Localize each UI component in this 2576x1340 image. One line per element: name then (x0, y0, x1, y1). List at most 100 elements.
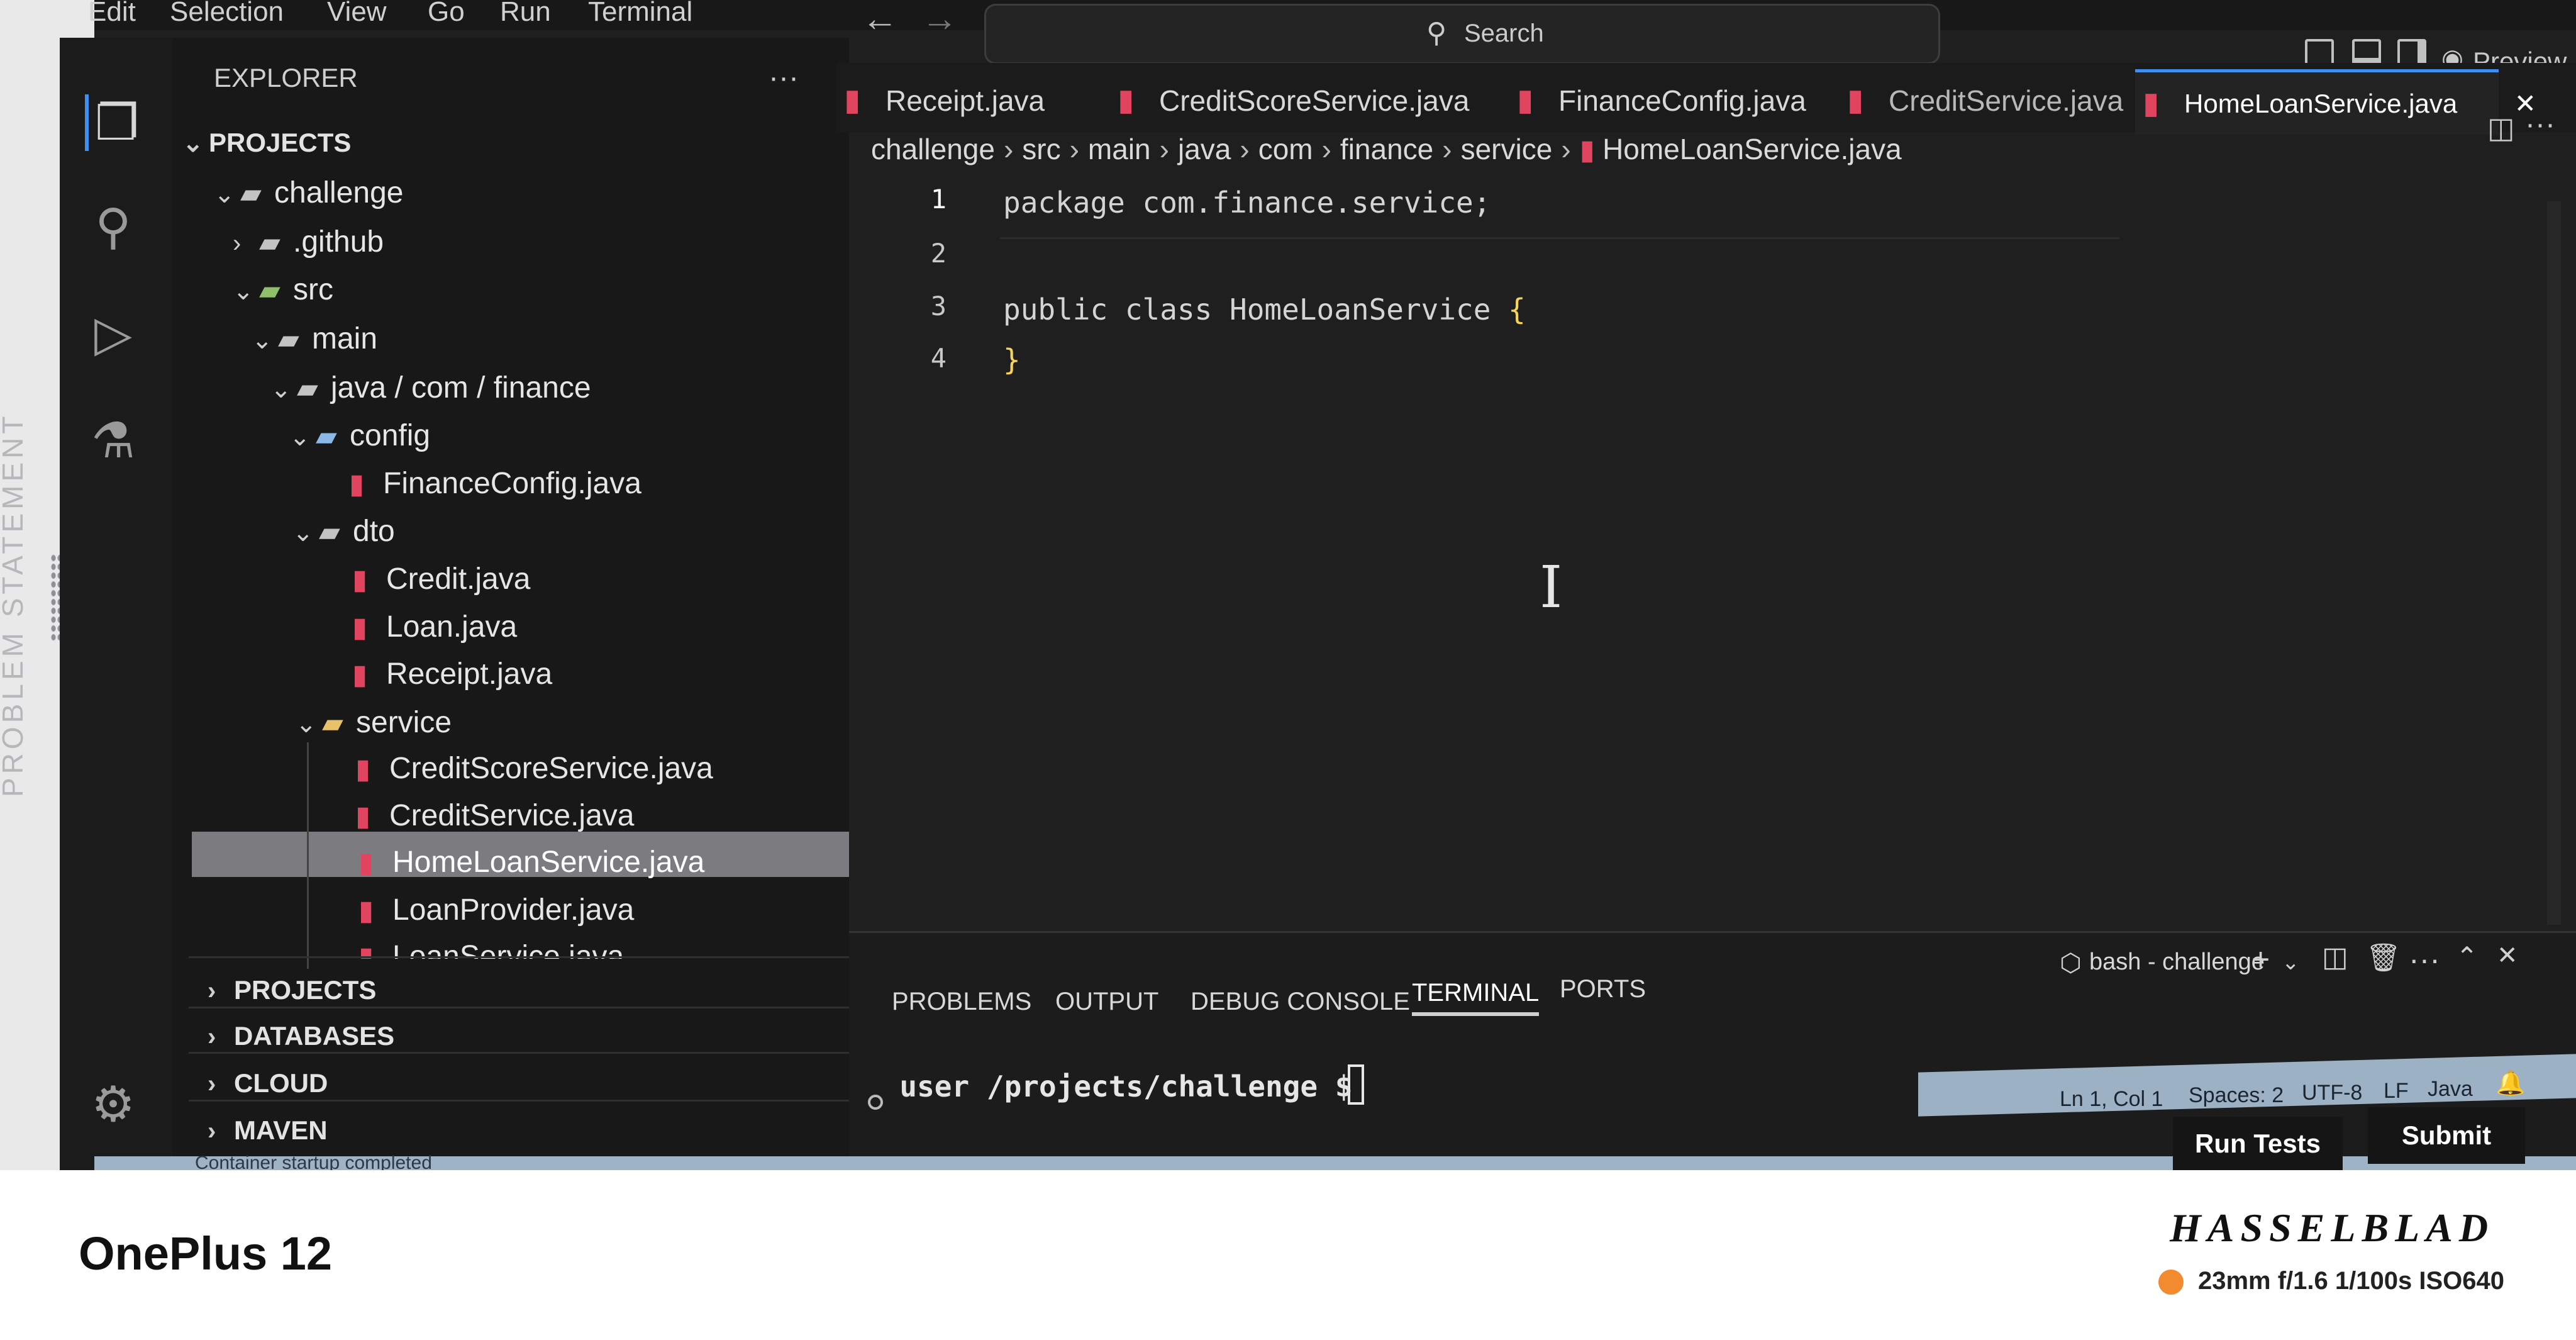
tree-file-creditscoreservice[interactable]: ▮ CreditScoreService.java (355, 745, 713, 792)
panel-tab-debug-console[interactable]: DEBUG CONSOLE (1191, 988, 1410, 1016)
search-icon[interactable]: ⚲ (85, 198, 142, 255)
panel-tab-ports[interactable]: PORTS (1560, 975, 1646, 1003)
java-file-icon: ▮ (349, 469, 365, 500)
terminal-prompt[interactable]: user /projects/challenge $ (865, 1069, 1352, 1103)
tab-creditscoreservice[interactable]: ▮ CreditScoreService.java (1110, 69, 1511, 132)
tree-folder-github[interactable]: › ▰ .github (233, 219, 384, 265)
code-line[interactable]: package com.finance.service; (1003, 186, 1491, 220)
tree-folder-main[interactable]: ⌄ ▰ main (252, 316, 377, 362)
breadcrumb-item[interactable]: com (1258, 133, 1313, 165)
tab-receipt[interactable]: ▮ Receipt.java (836, 69, 1137, 132)
status-eol[interactable]: LF (2384, 1079, 2409, 1103)
menu-view[interactable]: View (327, 0, 387, 28)
chevron-up-icon[interactable]: ⌃ (2456, 941, 2478, 972)
status-indentation[interactable]: Spaces: 2 (2189, 1083, 2284, 1108)
panel-tab-terminal[interactable]: TERMINAL (1412, 979, 1540, 1016)
section-projects-root[interactable]: ⌄ PROJECTS (182, 120, 351, 166)
status-cursor-position[interactable]: Ln 1, Col 1 (2060, 1087, 2163, 1112)
code-line[interactable]: } (1003, 343, 1021, 377)
tab-creditservice[interactable]: ▮ CreditService.java (1840, 69, 2159, 132)
tree-folder-challenge[interactable]: ⌄ ▰ challenge (214, 170, 404, 216)
toggle-sidebar-icon[interactable] (2305, 39, 2334, 65)
folder-icon: ▰ (319, 516, 340, 547)
tree-file-creditservice[interactable]: ▮ CreditService.java (355, 793, 634, 839)
forward-arrow-icon[interactable]: → (921, 0, 958, 40)
tree-label: FinanceConfig.java (383, 467, 641, 500)
tree-label: LoanProvider.java (392, 893, 635, 927)
tab-homeloanservice[interactable]: ▮ HomeLoanService.java ✕ (2135, 69, 2536, 135)
menu-edit[interactable]: Edit (88, 0, 136, 28)
tree-file-credit[interactable]: ▮ Credit.java (352, 556, 530, 603)
tree-file-receipt[interactable]: ▮ Receipt.java (352, 651, 552, 698)
tree-label: config (350, 419, 431, 452)
toggle-panel-icon[interactable] (2352, 39, 2381, 65)
gear-icon[interactable]: ⚙ (85, 1076, 142, 1132)
section-maven[interactable]: › MAVEN (208, 1107, 328, 1154)
close-brace: } (1003, 343, 1021, 377)
text-cursor-ibeam-icon: I (1540, 554, 1563, 621)
toggle-secondary-sidebar-icon[interactable] (2397, 39, 2426, 65)
tree-file-loan[interactable]: ▮ Loan.java (352, 604, 517, 650)
tree-file-homeloanservice[interactable]: ▮ HomeLoanService.java (358, 839, 704, 886)
tree-label: CreditScoreService.java (389, 752, 713, 785)
folder-icon: ▰ (278, 324, 299, 355)
tab-label: CreditScoreService.java (1159, 84, 1470, 117)
submit-button[interactable]: Submit (2368, 1107, 2525, 1164)
run-tests-button[interactable]: Run Tests (2173, 1117, 2343, 1170)
explorer-files-icon[interactable]: ❐ (85, 94, 145, 151)
terminal-cursor (1348, 1064, 1364, 1105)
chevron-right-icon: › (1003, 133, 1014, 165)
tree-folder-service[interactable]: ⌄ ▰ service (296, 700, 452, 746)
tree-file-loanservice[interactable]: ▮ LoanService.java (358, 934, 624, 959)
status-language[interactable]: Java (2428, 1077, 2473, 1102)
breadcrumb-item[interactable]: java (1178, 133, 1231, 165)
menu-selection[interactable]: Selection (170, 0, 284, 28)
more-actions-icon[interactable]: ··· (2409, 941, 2440, 978)
tree-label: challenge (274, 176, 404, 209)
command-search-box[interactable]: ⚲ Search (984, 4, 1940, 64)
section-label: DATABASES (234, 1021, 395, 1051)
tree-file-loanprovider[interactable]: ▮ LoanProvider.java (358, 887, 634, 934)
back-arrow-icon[interactable]: ← (862, 0, 898, 40)
menu-terminal[interactable]: Terminal (588, 0, 692, 28)
chevron-down-icon[interactable]: ⌄ (2282, 950, 2300, 975)
trash-icon[interactable]: 🗑 (2366, 941, 2401, 974)
code-line[interactable]: public class HomeLoanService { (1003, 293, 1526, 327)
testing-flask-icon[interactable]: ⚗ (85, 412, 142, 469)
breadcrumb-item[interactable]: challenge (871, 133, 995, 165)
breadcrumb-item[interactable]: service (1461, 133, 1553, 165)
status-encoding[interactable]: UTF-8 (2302, 1081, 2362, 1105)
java-file-icon: ▮ (358, 847, 374, 878)
tree-folder-dto[interactable]: ⌄ ▰ dto (292, 508, 395, 555)
line-number: 2 (930, 238, 947, 269)
run-debug-icon[interactable]: ▷ (85, 305, 142, 362)
terminal-shell-label[interactable]: bash - challenge (2089, 949, 2265, 976)
menu-run[interactable]: Run (500, 0, 551, 28)
editor-scrollbar[interactable] (2547, 201, 2561, 925)
activity-bar: ❐ ⚲ ▷ ⚗ ⚙ (60, 38, 173, 1170)
java-file-icon: ▮ (1118, 84, 1135, 117)
bell-icon[interactable]: 🔔 (2496, 1069, 2525, 1097)
breadcrumb-item[interactable]: finance (1340, 133, 1433, 165)
panel-tab-problems[interactable]: PROBLEMS (892, 988, 1031, 1016)
panel-tab-output[interactable]: OUTPUT (1055, 988, 1158, 1016)
problem-statement-label: PROBLEM STATEMENT (0, 412, 29, 797)
problem-statement-tab[interactable]: PROBLEM STATEMENT (0, 352, 29, 797)
breadcrumb: challenge › src › main › java › com › finance › serv… (871, 132, 2569, 176)
code-editor[interactable] (849, 176, 2560, 931)
camera-brand-logo: HASSELBLAD (2170, 1205, 2495, 1250)
tree-folder-config[interactable]: ⌄ ▰ config (289, 413, 430, 459)
breadcrumb-item[interactable]: HomeLoanService.java (1602, 133, 1902, 165)
tab-financeconfig[interactable]: ▮ FinanceConfig.java (1509, 69, 1860, 132)
breadcrumb-item[interactable]: src (1022, 133, 1060, 165)
tree-file-financeconfig[interactable]: ▮ FinanceConfig.java (349, 461, 641, 507)
menu-go[interactable]: Go (428, 0, 465, 28)
more-actions-icon[interactable]: ··· (769, 60, 799, 95)
breadcrumb-item[interactable]: main (1088, 133, 1151, 165)
tree-folder-src[interactable]: ⌄ ▰ src (233, 267, 333, 313)
close-icon[interactable]: ✕ (2497, 941, 2518, 970)
github-folder-icon: ▰ (259, 227, 280, 258)
tree-folder-java-package[interactable]: ⌄ ▰ java / com / finance (270, 365, 591, 411)
plus-icon[interactable]: + (2251, 941, 2270, 978)
split-terminal-icon[interactable]: ◫ (2322, 941, 2348, 973)
